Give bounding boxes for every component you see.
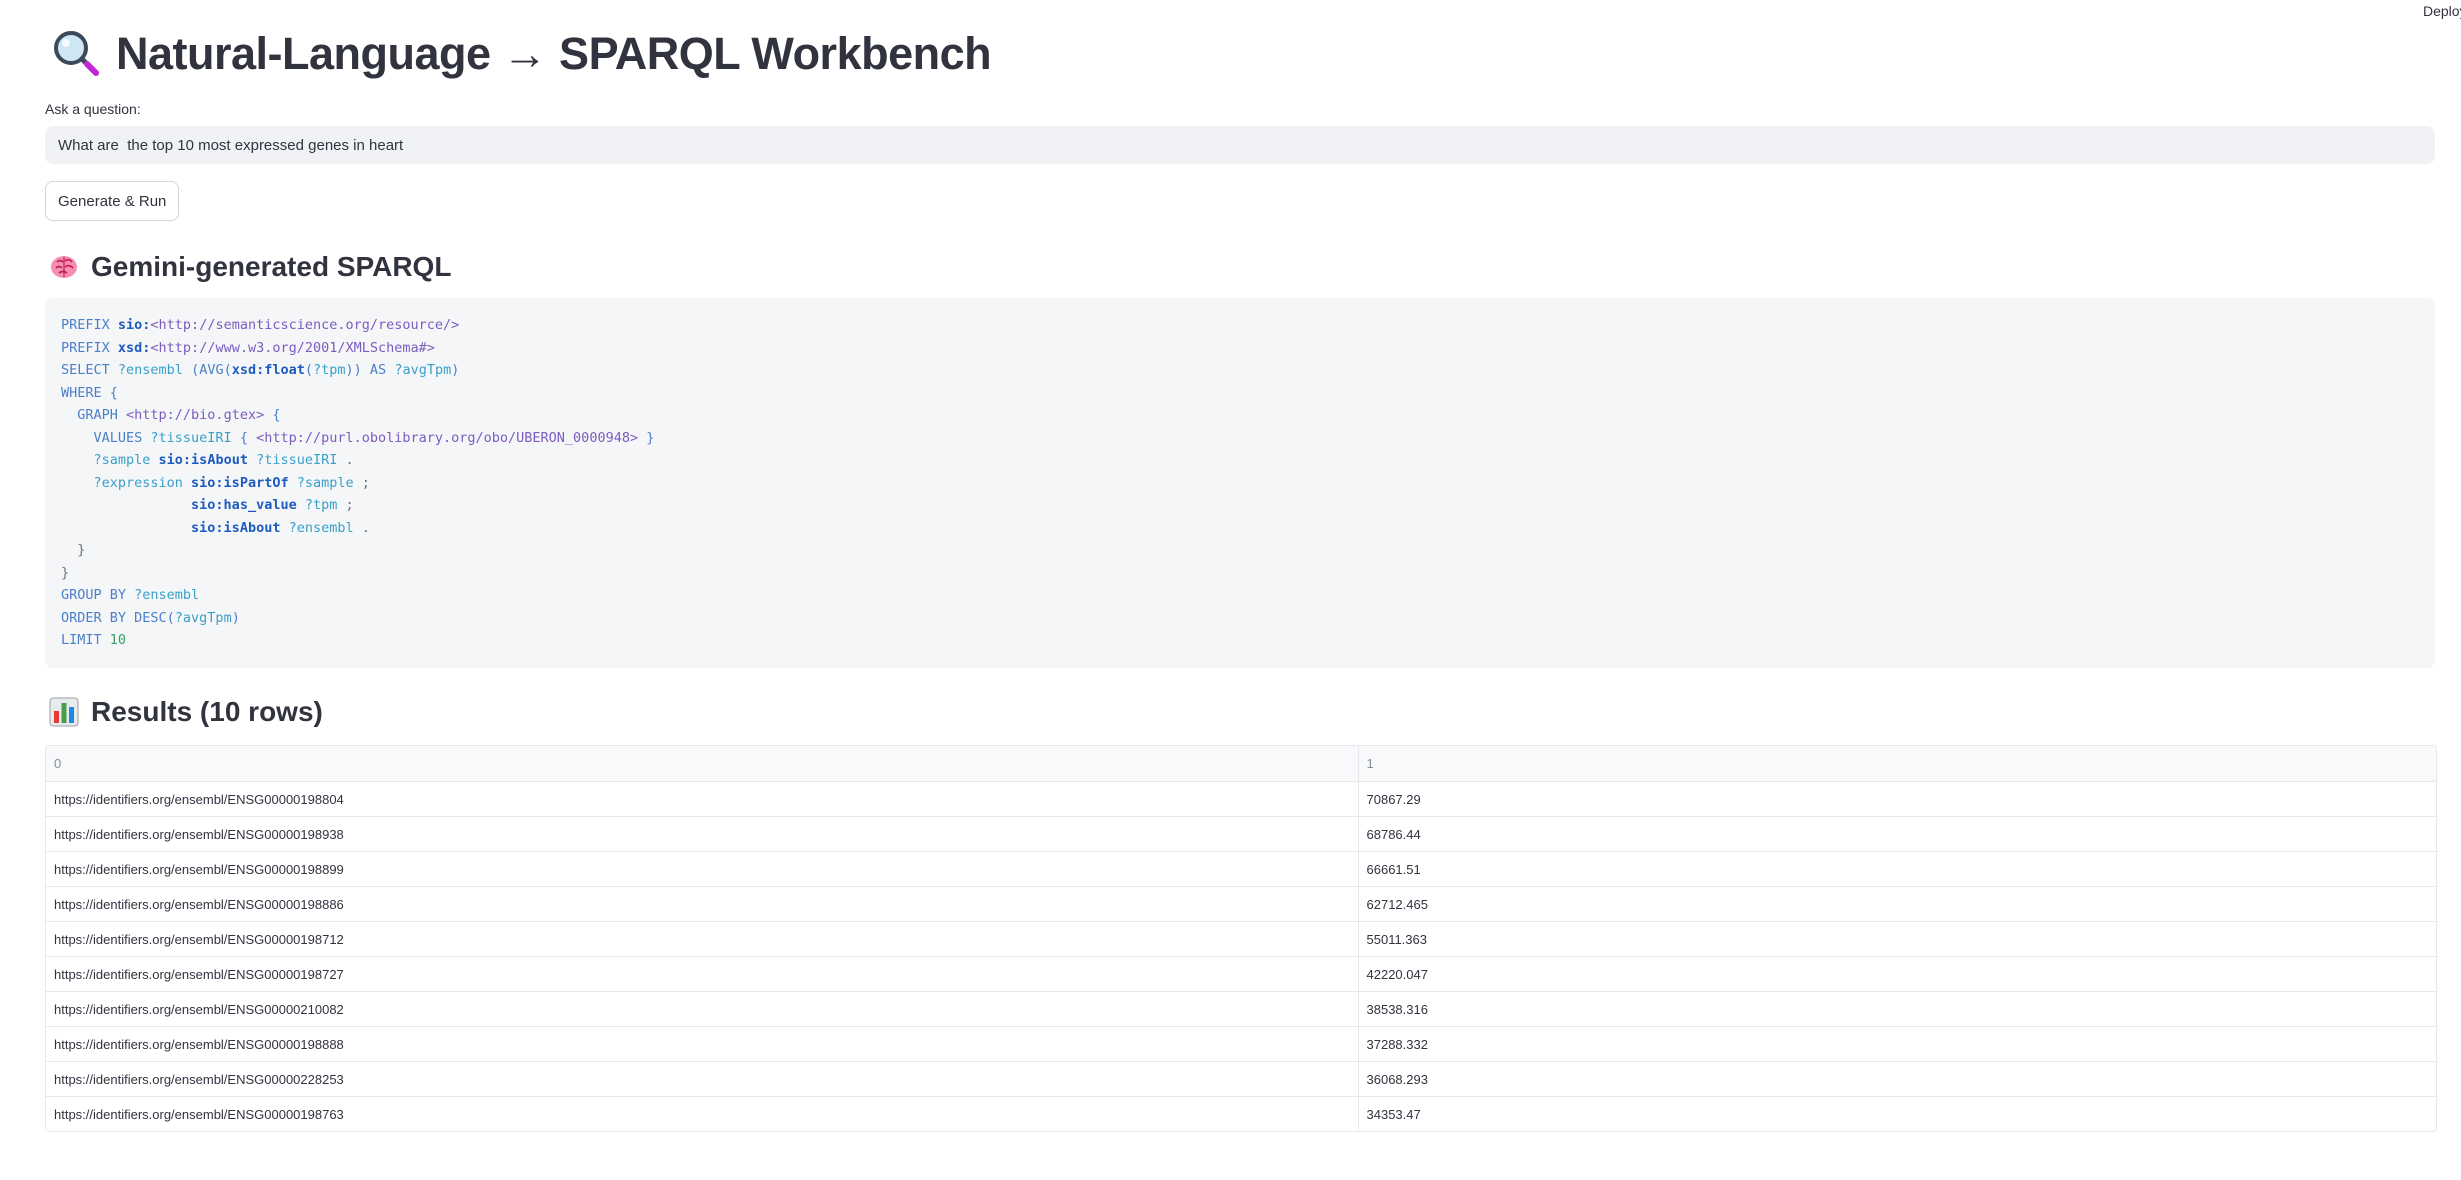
table-header-row: 0 1 bbox=[46, 746, 2436, 782]
table-row: https://identifiers.org/ensembl/ENSG0000… bbox=[46, 886, 2436, 922]
deploy-button[interactable]: Deploy bbox=[2423, 3, 2461, 19]
question-label: Ask a question: bbox=[45, 101, 141, 117]
table-row: https://identifiers.org/ensembl/ENSG0000… bbox=[46, 1061, 2436, 1097]
table-row: https://identifiers.org/ensembl/ENSG0000… bbox=[46, 816, 2436, 852]
table-row: https://identifiers.org/ensembl/ENSG0000… bbox=[46, 1026, 2436, 1062]
table-cell[interactable]: 66661.51 bbox=[1358, 851, 2436, 887]
column-header[interactable]: 0 bbox=[46, 746, 1359, 782]
table-cell[interactable]: https://identifiers.org/ensembl/ENSG0000… bbox=[46, 781, 1359, 817]
code-line: } bbox=[61, 542, 86, 558]
table-row: https://identifiers.org/ensembl/ENSG0000… bbox=[46, 851, 2436, 887]
table-row: https://identifiers.org/ensembl/ENSG0000… bbox=[46, 991, 2436, 1027]
table-cell[interactable]: 70867.29 bbox=[1358, 781, 2436, 817]
code-line: ORDER BY DESC(?avgTpm) bbox=[61, 609, 240, 626]
table-cell[interactable]: 62712.465 bbox=[1358, 886, 2436, 922]
table-cell[interactable]: 36068.293 bbox=[1358, 1061, 2436, 1097]
sparql-heading-text: Gemini-generated SPARQL bbox=[91, 251, 452, 282]
results-heading: Results (10 rows) bbox=[49, 693, 323, 731]
code-line: SELECT ?ensembl (AVG(xsd:float(?tpm)) AS… bbox=[61, 362, 460, 378]
code-line: PREFIX xsd:<http://www.w3.org/2001/XMLSc… bbox=[61, 339, 435, 356]
code-line: } bbox=[61, 564, 70, 581]
table-cell[interactable]: https://identifiers.org/ensembl/ENSG0000… bbox=[46, 816, 1359, 852]
code-line: sio:isAbout ?ensembl . bbox=[191, 519, 370, 536]
table-row: https://identifiers.org/ensembl/ENSG0000… bbox=[46, 781, 2436, 817]
page-title: Natural-Language → SPARQL Workbench bbox=[50, 24, 992, 84]
table-row: https://identifiers.org/ensembl/ENSG0000… bbox=[46, 921, 2436, 957]
code-line: WHERE { bbox=[61, 384, 118, 401]
table-cell[interactable]: https://identifiers.org/ensembl/ENSG0000… bbox=[46, 956, 1359, 992]
table-cell[interactable]: 68786.44 bbox=[1358, 816, 2436, 852]
code-line: VALUES ?tissueIRI { <http://purl.obolibr… bbox=[61, 429, 655, 446]
table-cell[interactable]: 37288.332 bbox=[1358, 1026, 2436, 1062]
code-line: GRAPH <http://bio.gtex> { bbox=[61, 407, 281, 423]
table-cell[interactable]: https://identifiers.org/ensembl/ENSG0000… bbox=[46, 1026, 1359, 1062]
table-cell[interactable]: https://identifiers.org/ensembl/ENSG0000… bbox=[46, 886, 1359, 922]
sparql-heading: Gemini-generated SPARQL bbox=[49, 248, 451, 286]
table-cell[interactable]: https://identifiers.org/ensembl/ENSG0000… bbox=[46, 1061, 1359, 1097]
page-title-text: Natural-Language → SPARQL Workbench bbox=[116, 28, 992, 79]
magnifying-glass-icon bbox=[50, 28, 102, 80]
table-row: https://identifiers.org/ensembl/ENSG0000… bbox=[46, 1096, 2436, 1132]
code-line: ?expression sio:isPartOf ?sample ; bbox=[61, 474, 370, 491]
table-cell[interactable]: 34353.47 bbox=[1358, 1097, 2436, 1132]
table-row: https://identifiers.org/ensembl/ENSG0000… bbox=[46, 956, 2436, 992]
table-cell[interactable]: 55011.363 bbox=[1358, 921, 2436, 957]
code-line: GROUP BY ?ensembl bbox=[61, 587, 200, 603]
table-cell[interactable]: https://identifiers.org/ensembl/ENSG0000… bbox=[46, 921, 1359, 957]
table-cell[interactable]: https://identifiers.org/ensembl/ENSG0000… bbox=[46, 851, 1359, 887]
code-line: PREFIX sio:<http://semanticscience.org/r… bbox=[61, 317, 460, 333]
results-heading-text: Results (10 rows) bbox=[91, 696, 323, 727]
column-header[interactable]: 1 bbox=[1358, 746, 2436, 782]
brain-icon bbox=[49, 252, 79, 282]
table-cell[interactable]: 42220.047 bbox=[1358, 956, 2436, 992]
generate-run-button[interactable]: Generate & Run bbox=[45, 181, 180, 221]
code-line: ?sample sio:isAbout ?tissueIRI . bbox=[61, 452, 354, 468]
table-cell[interactable]: https://identifiers.org/ensembl/ENSG0000… bbox=[46, 991, 1359, 1027]
code-line: sio:has_value ?tpm ; bbox=[191, 497, 354, 513]
sparql-code-block[interactable]: PREFIX sio:<http://semanticscience.org/r… bbox=[45, 298, 2435, 668]
bar-chart-icon bbox=[49, 697, 79, 727]
table-cell[interactable]: 38538.316 bbox=[1358, 991, 2436, 1027]
table-cell[interactable]: https://identifiers.org/ensembl/ENSG0000… bbox=[46, 1096, 1359, 1131]
code-line: LIMIT 10 bbox=[61, 632, 127, 648]
results-table[interactable]: 0 1 https://identifiers.org/ensembl/ENSG… bbox=[45, 745, 2437, 1132]
question-input[interactable] bbox=[45, 126, 2435, 164]
